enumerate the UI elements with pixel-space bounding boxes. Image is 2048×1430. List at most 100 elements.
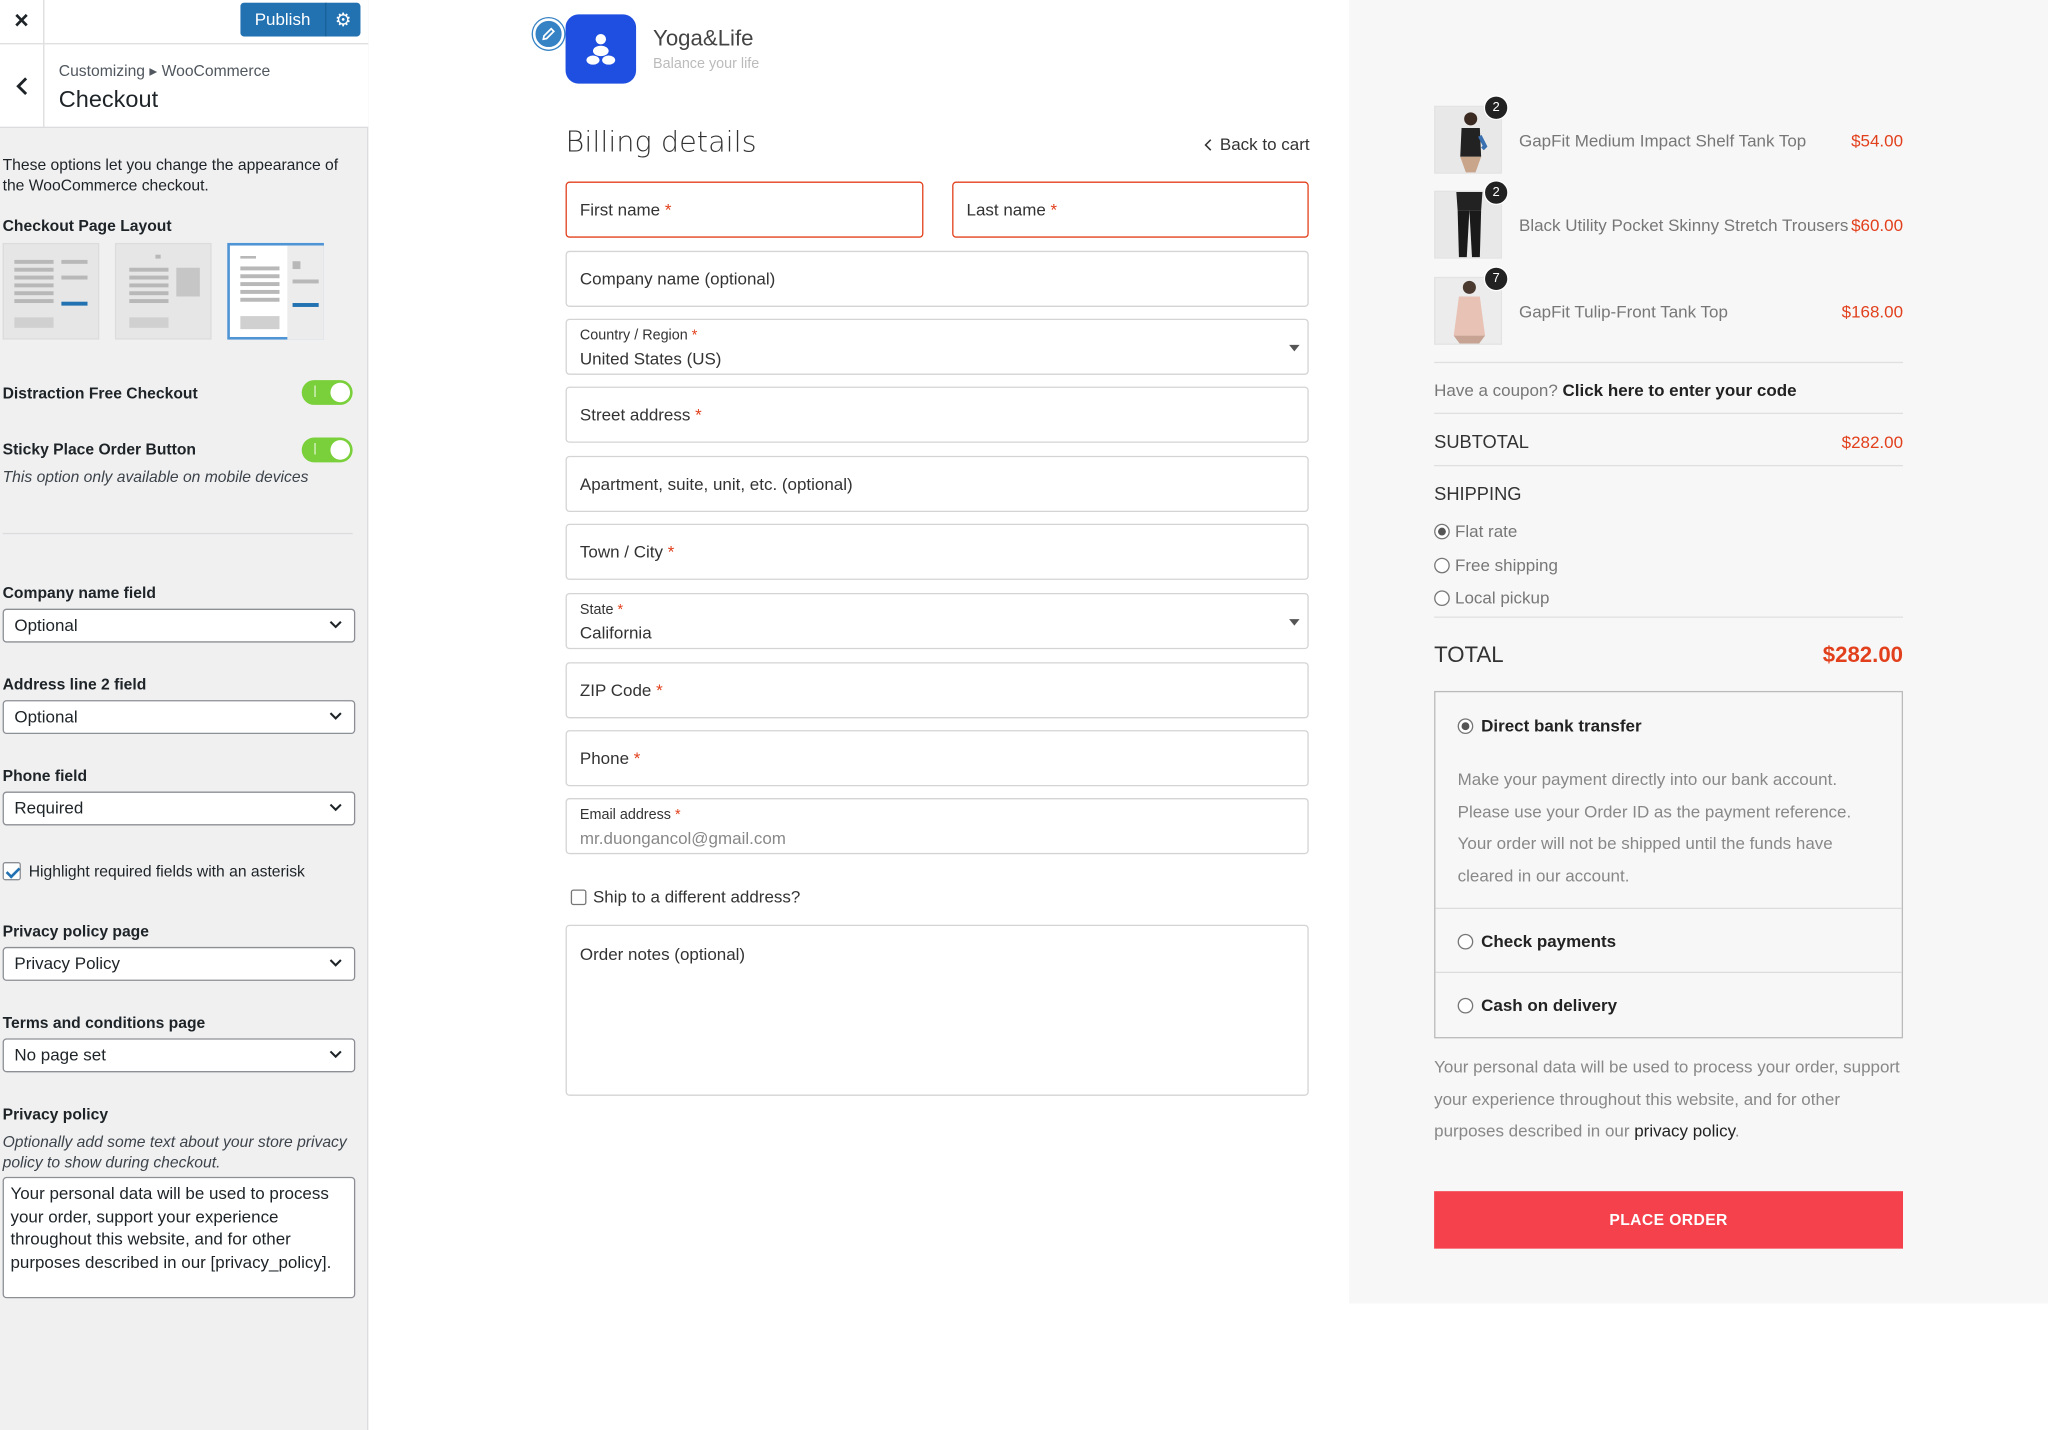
close-icon: × bbox=[14, 7, 29, 35]
last-name-field[interactable]: Last name * bbox=[952, 181, 1309, 238]
country-label: Country / Region bbox=[579, 327, 688, 344]
back-to-cart-label: Back to cart bbox=[1219, 134, 1310, 155]
distraction-free-toggle[interactable]: | bbox=[301, 380, 353, 405]
country-select[interactable]: Country / Region * United States (US) bbox=[565, 318, 1309, 375]
email-field[interactable]: Email address * mr.duongancol@gmail.com bbox=[565, 798, 1309, 855]
ship-different-row: Ship to a different address? bbox=[570, 887, 800, 906]
payment-cod[interactable]: Cash on delivery bbox=[1457, 995, 1617, 1015]
required-asterisk: * bbox=[664, 199, 672, 220]
apartment-field[interactable]: Apartment, suite, unit, etc. (optional) bbox=[565, 455, 1309, 512]
store-name: Yoga&Life bbox=[653, 26, 754, 51]
shipping-option-free[interactable]: Free shipping bbox=[1434, 555, 1558, 575]
phone-placeholder: Phone bbox=[579, 748, 630, 768]
privacy-policy-link[interactable]: privacy policy bbox=[1634, 1121, 1735, 1141]
store-logo[interactable] bbox=[565, 14, 637, 84]
sticky-button-note: This option only available on mobile dev… bbox=[2, 467, 309, 486]
chevron-left-icon bbox=[15, 77, 27, 96]
section-title: Checkout bbox=[58, 86, 159, 113]
shipping-option-label: Flat rate bbox=[1455, 521, 1518, 541]
zip-placeholder: ZIP Code bbox=[579, 680, 652, 701]
total-label: TOTAL bbox=[1434, 642, 1504, 668]
radio-selected-icon bbox=[1457, 717, 1474, 734]
publish-settings-button[interactable]: ⚙ bbox=[326, 2, 361, 37]
chevron-down-icon bbox=[329, 712, 342, 720]
privacy-page-select[interactable]: Privacy Policy bbox=[2, 946, 356, 981]
shipping-option-label: Local pickup bbox=[1455, 587, 1550, 608]
street-address-field[interactable]: Street address * bbox=[565, 386, 1309, 443]
required-asterisk: * bbox=[695, 404, 702, 425]
order-notes-placeholder: Order notes (optional) bbox=[579, 944, 746, 964]
payment-label: Direct bank transfer bbox=[1481, 715, 1642, 736]
zip-field[interactable]: ZIP Code * bbox=[565, 662, 1309, 719]
layout-option-2[interactable] bbox=[114, 242, 212, 340]
divider bbox=[1434, 412, 1904, 415]
divider bbox=[1435, 971, 1902, 974]
radio-icon bbox=[1457, 933, 1474, 949]
section-header: Customizing ▸ WooCommerce Checkout bbox=[0, 44, 369, 128]
subtotal-value: $282.00 bbox=[1841, 432, 1904, 452]
order-notes-textarea[interactable]: Order notes (optional) bbox=[565, 924, 1309, 1096]
shipping-label: SHIPPING bbox=[1434, 483, 1522, 505]
back-button[interactable] bbox=[0, 44, 45, 128]
divider bbox=[1435, 907, 1902, 910]
select-value: Optional bbox=[14, 615, 78, 635]
layout-option-3[interactable] bbox=[227, 242, 324, 340]
publish-button[interactable]: Publish bbox=[240, 2, 327, 37]
address2-field-select[interactable]: Optional bbox=[2, 700, 356, 735]
phone-field[interactable]: Phone * bbox=[565, 730, 1309, 787]
layout-label: Checkout Page Layout bbox=[2, 216, 172, 236]
chevron-down-icon bbox=[329, 620, 342, 629]
chevron-down-icon bbox=[329, 959, 342, 967]
shipping-option-local-pickup[interactable]: Local pickup bbox=[1434, 587, 1550, 608]
first-name-field[interactable]: First name * bbox=[565, 181, 924, 238]
edit-shortcut-button[interactable] bbox=[532, 18, 565, 50]
terms-page-select[interactable]: No page set bbox=[2, 1038, 356, 1073]
payment-bank-transfer[interactable]: Direct bank transfer bbox=[1457, 715, 1642, 736]
customizer-sidebar: × Publish ⚙ Customizing ▸ WooCommerce Ch… bbox=[0, 0, 369, 1430]
radio-icon bbox=[1457, 997, 1474, 1013]
privacy-page-label: Privacy policy page bbox=[2, 922, 149, 941]
layout-option-1[interactable] bbox=[2, 242, 100, 340]
street-placeholder: Street address bbox=[579, 404, 691, 425]
company-field-select[interactable]: Optional bbox=[2, 608, 356, 643]
radio-icon bbox=[1434, 557, 1450, 573]
shipping-option-flat-rate[interactable]: Flat rate bbox=[1434, 521, 1517, 541]
divider bbox=[2, 532, 353, 535]
place-order-button[interactable]: PLACE ORDER bbox=[1434, 1191, 1904, 1249]
apartment-placeholder: Apartment, suite, unit, etc. (optional) bbox=[579, 474, 853, 494]
close-customizer-button[interactable]: × bbox=[0, 0, 45, 44]
store-tagline: Balance your life bbox=[653, 56, 760, 72]
payment-methods: Direct bank transfer Make your payment d… bbox=[1434, 690, 1904, 1039]
required-asterisk: * bbox=[674, 807, 681, 823]
highlight-required-checkbox[interactable] bbox=[2, 862, 21, 881]
quantity-badge: 2 bbox=[1483, 95, 1509, 121]
subtotal-label: SUBTOTAL bbox=[1434, 431, 1529, 452]
state-select[interactable]: State * California bbox=[565, 592, 1309, 650]
email-label: Email address bbox=[579, 807, 671, 823]
page: × Publish ⚙ Customizing ▸ WooCommerce Ch… bbox=[0, 0, 2048, 1430]
radio-icon bbox=[1434, 589, 1450, 606]
order-item: 2 GapFit Medium Impact Shelf Tank Top $5… bbox=[1434, 95, 1904, 177]
item-price: $54.00 bbox=[1851, 130, 1904, 151]
toggle-on-icon: | bbox=[313, 441, 317, 455]
payment-label: Check payments bbox=[1481, 931, 1617, 951]
coupon-link[interactable]: Click here to enter your code bbox=[1563, 380, 1797, 400]
back-to-cart-link[interactable]: Back to cart bbox=[1204, 134, 1310, 155]
phone-field-select[interactable]: Required bbox=[2, 791, 356, 826]
sticky-button-toggle[interactable]: | bbox=[301, 437, 353, 463]
shipping-option-label: Free shipping bbox=[1455, 555, 1558, 575]
payment-check[interactable]: Check payments bbox=[1457, 931, 1617, 951]
chevron-down-icon bbox=[329, 1050, 342, 1059]
ship-different-checkbox[interactable] bbox=[570, 888, 587, 905]
billing-title: Billing details bbox=[565, 126, 757, 160]
company-name-field[interactable]: Company name (optional) bbox=[565, 250, 1309, 307]
privacy-policy-textarea[interactable]: Your personal data will be used to proce… bbox=[2, 1176, 356, 1299]
pencil-icon bbox=[542, 27, 555, 41]
highlight-required-row: Highlight required fields with an asteri… bbox=[2, 862, 305, 881]
privacy-policy-label: Privacy policy bbox=[2, 1104, 109, 1124]
divider bbox=[1434, 616, 1904, 618]
city-field[interactable]: Town / City * bbox=[565, 523, 1309, 580]
state-value: California bbox=[579, 623, 652, 643]
coupon-prompt: Have a coupon? bbox=[1434, 380, 1558, 400]
highlight-required-label: Highlight required fields with an asteri… bbox=[28, 862, 305, 881]
